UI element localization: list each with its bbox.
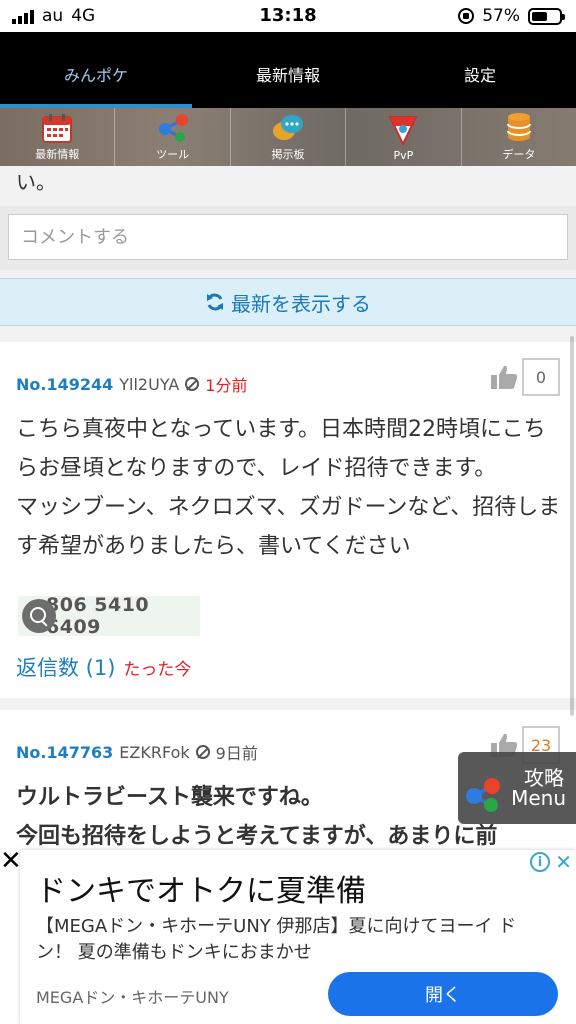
reply-time: たった今 xyxy=(123,660,192,680)
database-icon xyxy=(506,113,531,141)
refresh-label: 最新を表示する xyxy=(231,291,371,316)
tab-minpoke[interactable]: みんポケ xyxy=(0,32,192,108)
post-number[interactable]: No.149244 xyxy=(16,375,113,394)
thumbs-up-icon[interactable] xyxy=(490,364,518,390)
zoom-icon[interactable] xyxy=(22,599,56,633)
iconbar-item-tools[interactable]: ツール xyxy=(115,108,231,166)
like-count: 0 xyxy=(522,358,560,396)
post-header: No.149244 Yll2UYA 1分前 xyxy=(16,372,247,396)
block-icon[interactable] xyxy=(185,377,200,391)
previous-text-fragment: い。 xyxy=(16,170,56,194)
status-bar-right: 57% xyxy=(458,6,565,26)
iconbar-label: ツール xyxy=(156,148,190,161)
post-body: こちら真夜中となっています。日本時間22時頃にこちらお昼頃となりますので、レイド… xyxy=(16,410,564,566)
ad-title[interactable]: ドンキでオトクに夏準備 xyxy=(36,866,366,910)
calendar-icon xyxy=(42,114,73,143)
iconbar-item-board[interactable]: 掲示板 xyxy=(231,108,347,166)
post-header: No.147763 EZKRFok 9日前 xyxy=(16,740,258,764)
iconbar-label: 最新情報 xyxy=(35,148,80,161)
category-icon-bar: 最新情報 ツール 掲示板 PvP データ xyxy=(0,108,576,166)
tab-latest-info[interactable]: 最新情報 xyxy=(192,32,384,108)
ad-close-icon[interactable]: ✕ xyxy=(0,848,22,874)
status-bar: au 4G 13:18 57% xyxy=(0,0,576,32)
refresh-icon xyxy=(207,293,223,311)
post-card: No.149244 Yll2UYA 1分前 0 こちら真夜中となっています。日本… xyxy=(0,342,576,698)
battery-percent: 57% xyxy=(482,6,520,26)
strategy-menu-button[interactable]: 攻略 Menu xyxy=(458,752,576,824)
pvp-badge-icon xyxy=(388,116,419,146)
scrollbar[interactable] xyxy=(570,336,574,716)
replies-row: 返信数 (1) たった今 xyxy=(16,652,191,682)
iconbar-item-pvp[interactable]: PvP xyxy=(346,108,462,166)
comment-input[interactable] xyxy=(8,214,568,260)
iconbar-label: 掲示板 xyxy=(271,148,305,161)
chat-bubbles-icon xyxy=(273,115,304,140)
ad-info-icon[interactable]: i xyxy=(530,852,550,872)
orientation-lock-icon xyxy=(458,8,475,24)
attached-image[interactable]: 806 5410 6409 xyxy=(18,594,200,638)
ad-description: 【MEGAドン・キホーテUNY 伊那店】夏に向けてヨーイ ドン！ 夏の準備もドン… xyxy=(36,916,517,963)
post-number[interactable]: No.147763 xyxy=(16,743,113,762)
tab-settings[interactable]: 設定 xyxy=(384,32,576,108)
post-user-id: EZKRFok xyxy=(119,742,190,762)
share-nodes-icon xyxy=(158,114,188,142)
iconbar-item-data[interactable]: データ xyxy=(462,108,576,166)
ad-advertiser: MEGAドン・キホーテUNY xyxy=(36,988,229,1007)
battery-icon xyxy=(528,7,565,25)
post-text: こちら真夜中となっています。日本時間22時頃にこちらお昼頃となりますので、レイド… xyxy=(16,417,561,559)
post-time: 1分前 xyxy=(205,376,248,395)
like-area: 0 xyxy=(490,358,560,396)
ad-dismiss-icon[interactable]: ✕ xyxy=(555,850,572,874)
post-text: ウルトラビースト襲来ですね。 今回も招待をしようと考えてますが、あまりに前 xyxy=(16,785,498,849)
refresh-latest-button[interactable]: 最新を表示する xyxy=(0,278,576,326)
reply-count-link[interactable]: 返信数 (1) xyxy=(16,652,115,682)
attached-image-text: 806 5410 6409 xyxy=(46,594,150,638)
comment-box xyxy=(0,206,576,270)
top-navigation: みんポケ 最新情報 設定 xyxy=(0,32,576,108)
ad-banner[interactable]: i ✕ ドンキでオトクに夏準備 【MEGAドン・キホーテUNY 伊那店】夏に向け… xyxy=(20,850,576,1024)
post-time: 9日前 xyxy=(215,744,258,763)
iconbar-item-latest-info[interactable]: 最新情報 xyxy=(0,108,116,166)
iconbar-label: データ xyxy=(502,148,536,161)
block-icon[interactable] xyxy=(195,745,210,759)
iconbar-label: PvP xyxy=(393,149,414,162)
ad-open-button[interactable]: 開く xyxy=(328,972,558,1016)
share-nodes-icon xyxy=(466,778,500,812)
menu-label-line2: Menu xyxy=(511,786,566,810)
post-user-id: Yll2UYA xyxy=(119,374,180,394)
